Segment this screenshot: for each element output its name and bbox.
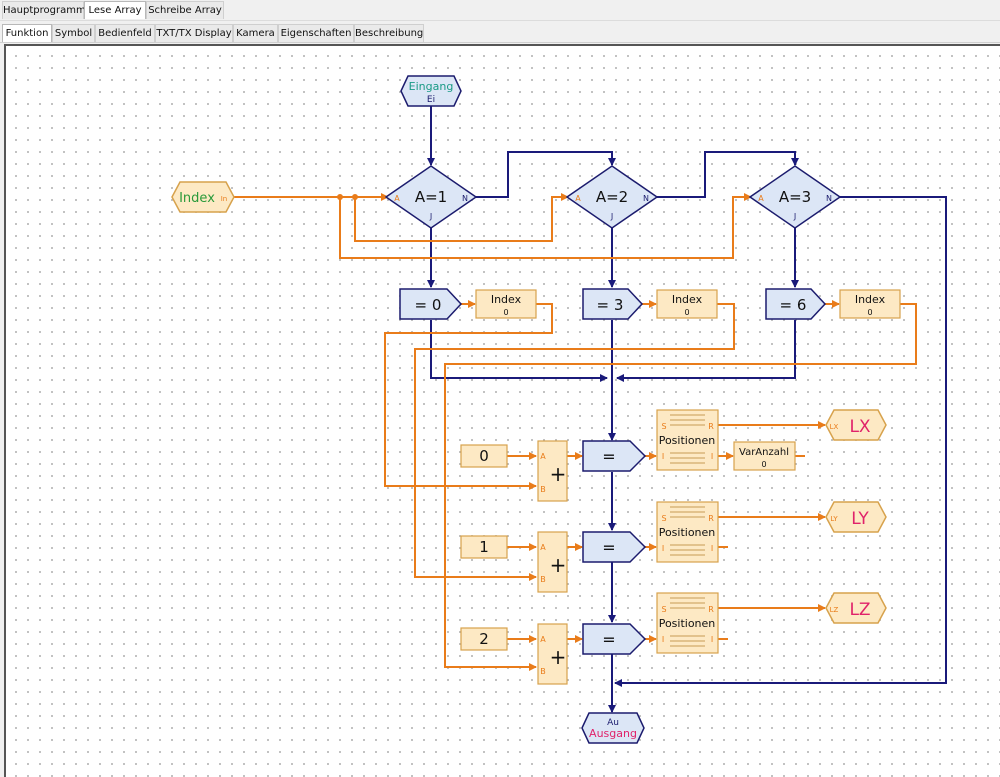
- adder-port-a: A: [540, 452, 546, 461]
- branch-port-n: N: [462, 194, 468, 203]
- variable-name: VarAnzahl: [739, 447, 789, 458]
- adder-port-b: B: [540, 485, 546, 494]
- junction-dot: [352, 194, 358, 200]
- branch-label: A=1: [415, 188, 447, 206]
- array-port-i: I: [662, 635, 664, 644]
- branch-port-j: J: [610, 212, 613, 221]
- positionen-array-1[interactable]: Positionen S R I I: [656, 409, 719, 471]
- constant-1[interactable]: 1: [460, 535, 508, 559]
- equals-label: =: [602, 630, 615, 649]
- branch-port-n: N: [643, 194, 649, 203]
- variable-name: Index: [491, 293, 522, 306]
- variable-name: Index: [855, 293, 886, 306]
- assign-label: = 3: [597, 296, 624, 314]
- array-name: Positionen: [659, 526, 716, 539]
- output-lx[interactable]: LX LX: [825, 409, 887, 441]
- branch-2[interactable]: A=2 A N J: [565, 165, 659, 229]
- equals-block-2[interactable]: =: [582, 531, 647, 563]
- branch-label: A=2: [596, 188, 628, 206]
- constant-0[interactable]: 0: [460, 444, 508, 468]
- branch-port-a: A: [575, 194, 581, 203]
- equals-block-1[interactable]: =: [582, 440, 647, 472]
- output-port: LX: [830, 423, 839, 431]
- equals-label: =: [602, 538, 615, 557]
- constant-value: 1: [479, 538, 489, 556]
- array-port-r: R: [708, 514, 714, 523]
- index-input-block[interactable]: Index In: [171, 181, 235, 213]
- constant-value: 0: [479, 447, 489, 465]
- variable-name: Index: [672, 293, 703, 306]
- index-variable-3[interactable]: Index 0: [839, 289, 901, 319]
- eingang-title: Eingang: [409, 80, 454, 93]
- varanzahl-variable[interactable]: VarAnzahl 0: [733, 441, 796, 471]
- eingang-block[interactable]: Eingang Ei: [400, 75, 462, 107]
- assign-label: = 0: [415, 296, 442, 314]
- adder-3[interactable]: + A B: [537, 623, 568, 685]
- assign-block-2[interactable]: = 3: [582, 288, 644, 320]
- index-variable-1[interactable]: Index 0: [475, 289, 537, 319]
- variable-value: 0: [684, 308, 689, 317]
- branch-port-n: N: [826, 194, 832, 203]
- adder-port-b: B: [540, 575, 546, 584]
- array-port-s: S: [661, 605, 666, 614]
- array-port-i: I: [711, 544, 713, 553]
- adder-sign: +: [550, 553, 567, 577]
- adder-port-a: A: [540, 543, 546, 552]
- index-input-label: Index: [179, 191, 215, 206]
- eingang-sub: Ei: [427, 95, 435, 105]
- ausgang-title: Ausgang: [589, 727, 637, 740]
- junction-dot: [337, 194, 343, 200]
- branch-port-j: J: [793, 212, 796, 221]
- ausgang-block[interactable]: Au Ausgang: [581, 712, 645, 744]
- array-name: Positionen: [659, 434, 716, 447]
- index-input-port: In: [221, 195, 228, 203]
- positionen-array-3[interactable]: Positionen S R I I: [656, 592, 719, 654]
- variable-value: 0: [503, 308, 508, 317]
- array-port-i: I: [711, 452, 713, 461]
- array-port-i: I: [662, 544, 664, 553]
- index-variable-2[interactable]: Index 0: [656, 289, 718, 319]
- equals-label: =: [602, 447, 615, 466]
- branch-port-j: J: [429, 212, 432, 221]
- branch-port-a: A: [394, 194, 400, 203]
- array-port-s: S: [661, 514, 666, 523]
- output-lz[interactable]: LZ LZ: [825, 592, 887, 624]
- array-port-r: R: [708, 605, 714, 614]
- branch-label: A=3: [779, 188, 811, 206]
- adder-sign: +: [550, 645, 567, 669]
- positionen-array-2[interactable]: Positionen S R I I: [656, 501, 719, 563]
- assign-label: = 6: [780, 296, 807, 314]
- branch-3[interactable]: A=3 A N J: [748, 165, 842, 229]
- data-flow-wires: [233, 193, 917, 671]
- output-label: LZ: [849, 600, 870, 620]
- output-port: LZ: [830, 606, 839, 614]
- equals-block-3[interactable]: =: [582, 623, 647, 655]
- array-name: Positionen: [659, 617, 716, 630]
- adder-port-b: B: [540, 667, 546, 676]
- branch-port-a: A: [758, 194, 764, 203]
- adder-2[interactable]: + A B: [537, 531, 568, 593]
- assign-block-3[interactable]: = 6: [765, 288, 827, 320]
- array-port-r: R: [708, 422, 714, 431]
- output-label: LX: [849, 417, 870, 437]
- variable-value: 0: [867, 308, 872, 317]
- output-ly[interactable]: LY LY: [825, 501, 887, 533]
- array-port-s: S: [661, 422, 666, 431]
- adder-sign: +: [550, 462, 567, 486]
- output-label: LY: [851, 509, 869, 529]
- output-port: LY: [830, 515, 838, 523]
- flow-diagram: Eingang Ei Index In A=1 A N J A=2 A N J …: [171, 75, 947, 744]
- branch-1[interactable]: A=1 A N J: [384, 165, 478, 229]
- array-port-i: I: [711, 635, 713, 644]
- adder-port-a: A: [540, 635, 546, 644]
- assign-block-1[interactable]: = 0: [399, 288, 463, 320]
- array-port-i: I: [662, 452, 664, 461]
- constant-value: 2: [479, 630, 489, 648]
- constant-2[interactable]: 2: [460, 627, 508, 651]
- variable-value: 0: [761, 460, 766, 469]
- adder-1[interactable]: + A B: [537, 440, 568, 502]
